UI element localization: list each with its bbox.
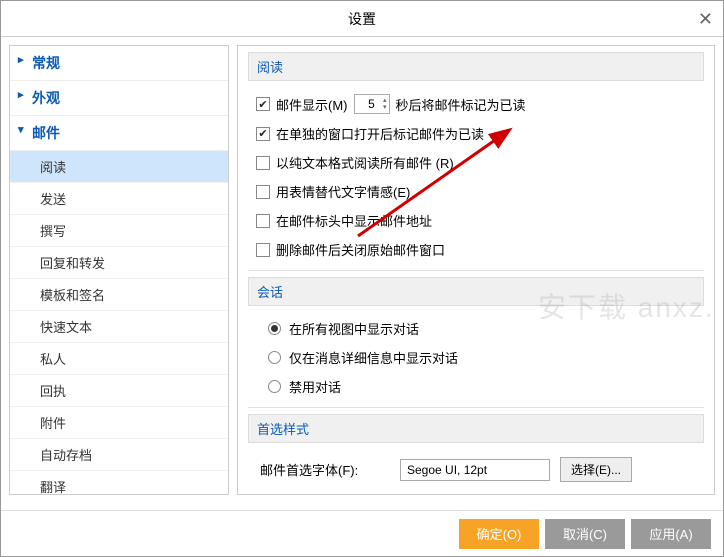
- section-reading: 阅读: [248, 52, 704, 81]
- apply-button[interactable]: 应用(A): [631, 519, 711, 549]
- nav-sub-快速文本[interactable]: 快速文本: [10, 311, 228, 343]
- conv-disable[interactable]: 禁用对话: [248, 372, 704, 401]
- close-icon[interactable]: ✕: [698, 9, 713, 30]
- select-font-button[interactable]: 选择(E)...: [560, 457, 632, 482]
- opt-mark-read-window[interactable]: 在单独的窗口打开后标记邮件为已读: [248, 119, 704, 148]
- checkbox-icon[interactable]: [256, 97, 270, 111]
- radio-icon[interactable]: [268, 351, 281, 364]
- conv-all-views[interactable]: 在所有视图中显示对话: [248, 314, 704, 343]
- nav-cat-常规[interactable]: 常规: [10, 46, 228, 81]
- checkbox-icon[interactable]: [256, 185, 270, 199]
- nav-sub-发送[interactable]: 发送: [10, 183, 228, 215]
- nav-sub-回执[interactable]: 回执: [10, 375, 228, 407]
- nav-sub-阅读[interactable]: 阅读: [10, 151, 228, 183]
- nav-sub-模板和签名[interactable]: 模板和签名: [10, 279, 228, 311]
- checkbox-icon[interactable]: [256, 214, 270, 228]
- font-field[interactable]: [400, 459, 550, 481]
- opt-mark-read-delay[interactable]: 邮件显示(M) 5 秒后将邮件标记为已读: [248, 89, 704, 119]
- radio-icon[interactable]: [268, 380, 281, 393]
- cancel-button[interactable]: 取消(C): [545, 519, 625, 549]
- checkbox-icon[interactable]: [256, 156, 270, 170]
- checkbox-icon[interactable]: [256, 243, 270, 257]
- conv-detail-only[interactable]: 仅在消息详细信息中显示对话: [248, 343, 704, 372]
- font-label: 邮件首选字体(F):: [260, 460, 390, 479]
- nav-cat-外观[interactable]: 外观: [10, 81, 228, 116]
- nav-sub-附件[interactable]: 附件: [10, 407, 228, 439]
- dialog-footer: 确定(O) 取消(C) 应用(A): [1, 510, 723, 556]
- color-label: 首选文字颜色：: [260, 494, 351, 495]
- nav-sub-翻译[interactable]: 翻译: [10, 471, 228, 495]
- dialog-title: 设置: [348, 9, 376, 29]
- opt-emoticons[interactable]: 用表情替代文字情感(E): [248, 177, 704, 206]
- opt-close-after-delete[interactable]: 删除邮件后关闭原始邮件窗口: [248, 235, 704, 264]
- ok-button[interactable]: 确定(O): [459, 519, 539, 549]
- section-style: 首选样式: [248, 414, 704, 443]
- seconds-spinner[interactable]: 5: [354, 94, 390, 114]
- settings-content: 安下载 anxz.com 阅读 邮件显示(M) 5 秒后将邮件标记为已读 在单独…: [237, 45, 715, 495]
- nav-sub-回复和转发[interactable]: 回复和转发: [10, 247, 228, 279]
- nav-sub-私人[interactable]: 私人: [10, 343, 228, 375]
- checkbox-icon[interactable]: [256, 127, 270, 141]
- nav-sub-自动存档[interactable]: 自动存档: [10, 439, 228, 471]
- titlebar: 设置 ✕: [1, 1, 723, 37]
- opt-show-address[interactable]: 在邮件标头中显示邮件地址: [248, 206, 704, 235]
- nav-cat-邮件[interactable]: 邮件: [10, 116, 228, 151]
- opt-plain-text[interactable]: 以纯文本格式阅读所有邮件 (R): [248, 148, 704, 177]
- section-conversation: 会话: [248, 277, 704, 306]
- settings-sidebar: 常规外观邮件阅读发送撰写回复和转发模板和签名快速文本私人回执附件自动存档翻译Si…: [9, 45, 229, 495]
- nav-sub-撰写[interactable]: 撰写: [10, 215, 228, 247]
- radio-icon[interactable]: [268, 322, 281, 335]
